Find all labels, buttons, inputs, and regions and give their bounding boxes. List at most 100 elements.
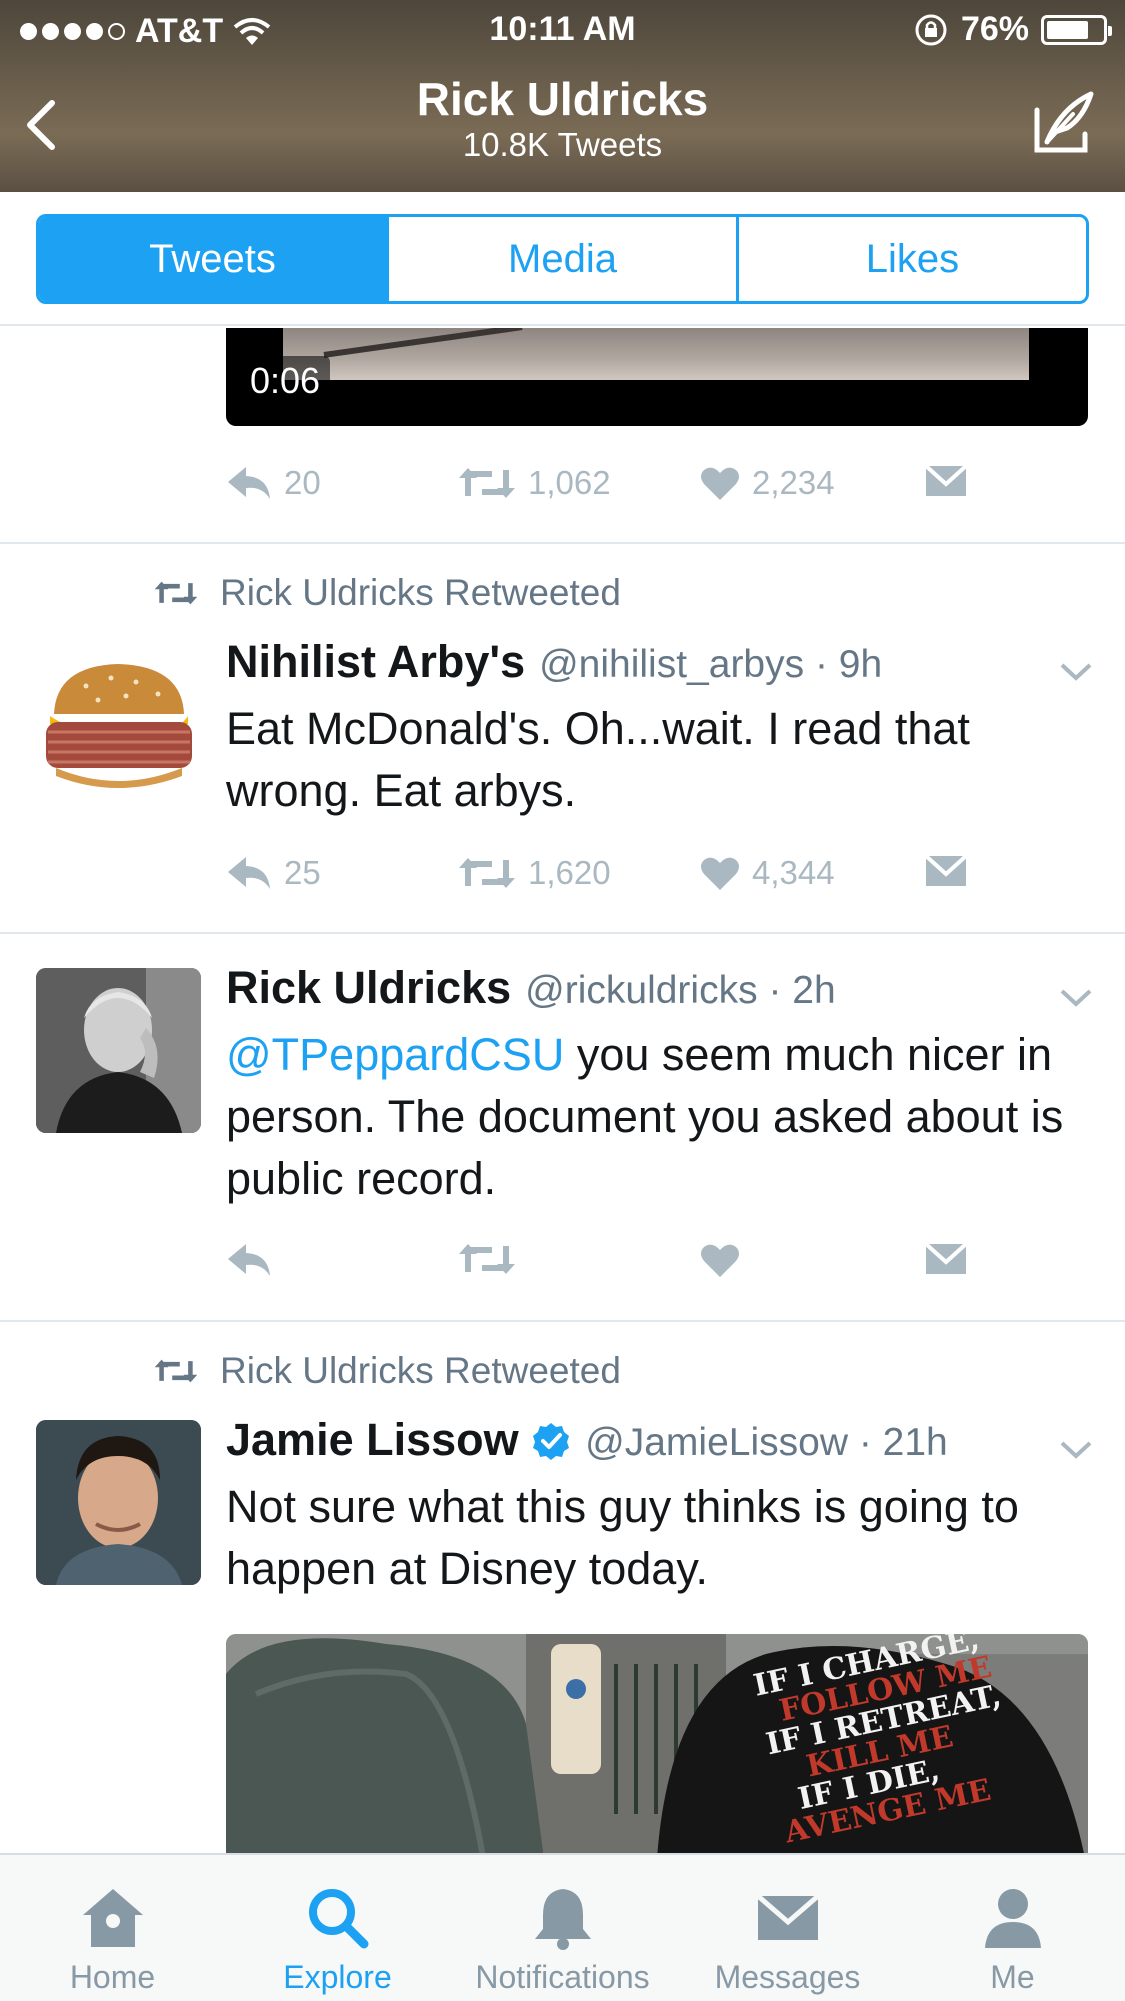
- tweet-photo[interactable]: IF I CHARGE, FOLLOW ME IF I RETREAT, KIL…: [226, 1634, 1088, 1853]
- like-button[interactable]: 4,344: [700, 854, 835, 892]
- chevron-down-icon[interactable]: [1058, 986, 1094, 1010]
- tweet-divider: [0, 542, 1125, 544]
- retweet-count: 1,062: [528, 464, 611, 501]
- tabbar-me[interactable]: Me: [900, 1855, 1125, 2001]
- person-icon: [984, 1889, 1041, 1948]
- tweet-header: Nihilist Arby's @nihilist_arbys · 9h: [226, 636, 882, 688]
- verified-badge-icon: [533, 1423, 570, 1460]
- tabbar-label: Explore: [283, 1959, 392, 1995]
- retweet-icon: [459, 858, 515, 888]
- mention-link[interactable]: @TPeppardCSU: [226, 1029, 564, 1080]
- retweeted-by-line: Rick Uldricks Retweeted: [154, 572, 621, 614]
- chevron-down-icon[interactable]: [1058, 660, 1094, 684]
- author-handle: @rickuldricks · 2h: [525, 969, 836, 1012]
- envelope-icon: [924, 1242, 968, 1274]
- like-count: 2,234: [752, 464, 835, 501]
- tweet-actions: 25 1,620 4,344: [226, 854, 986, 904]
- author-handle: @JamieLissow · 21h: [585, 1421, 948, 1464]
- reply-button[interactable]: [226, 1242, 272, 1278]
- profile-photo: [36, 968, 201, 1133]
- tweet-header: Rick Uldricks @rickuldricks · 2h: [226, 962, 836, 1014]
- retweet-count: 1,620: [528, 854, 611, 891]
- profile-photo: [36, 1420, 201, 1585]
- status-right: 76%: [913, 10, 1112, 49]
- direct-message-button[interactable]: [924, 1242, 968, 1276]
- retweeted-by-text: Rick Uldricks Retweeted: [220, 1350, 621, 1391]
- author-name[interactable]: Rick Uldricks: [226, 962, 511, 1014]
- tab-media[interactable]: Media: [389, 217, 739, 301]
- sandwich-image: [46, 664, 192, 788]
- heart-icon: [701, 857, 739, 890]
- envelope-icon: [924, 854, 968, 886]
- photo-image: IF I CHARGE, FOLLOW ME IF I RETREAT, KIL…: [226, 1634, 1088, 1853]
- envelope-icon: [755, 1894, 820, 1940]
- tweet-text: Eat McDonald's. Oh...wait. I read that w…: [226, 703, 970, 816]
- tweet-actions: [226, 1242, 986, 1292]
- avatar[interactable]: [36, 1420, 201, 1585]
- status-bar: AT&T 10:11 AM 76%: [0, 0, 1125, 60]
- retweet-small-icon: [154, 581, 198, 605]
- search-icon: [308, 1889, 368, 1949]
- retweeted-by-text: Rick Uldricks Retweeted: [220, 572, 621, 613]
- tabbar-messages[interactable]: Messages: [675, 1855, 900, 2001]
- tabbar-home[interactable]: Home: [0, 1855, 225, 2001]
- author-name[interactable]: Nihilist Arby's: [226, 636, 525, 688]
- tweet-count: 10.8K Tweets: [462, 126, 663, 163]
- retweeted-by-line: Rick Uldricks Retweeted: [154, 1350, 621, 1392]
- tweet-text: @TPeppardCSU you seem much nicer in pers…: [226, 1024, 1076, 1210]
- retweet-button[interactable]: [458, 1242, 516, 1276]
- heart-icon: [701, 1244, 739, 1277]
- tab-likes[interactable]: Likes: [739, 217, 1086, 301]
- tab-tweets[interactable]: Tweets: [39, 217, 389, 301]
- reply-count: 25: [284, 854, 321, 891]
- retweet-icon: [459, 468, 515, 498]
- tweet-video[interactable]: 0:06: [226, 328, 1088, 426]
- tabbar-label: Me: [990, 1959, 1035, 1995]
- profile-tabs: Tweets Media Likes: [36, 214, 1089, 304]
- tabbar-explore[interactable]: Explore: [225, 1855, 450, 2001]
- rotation-lock-icon: [915, 14, 947, 45]
- envelope-icon: [924, 464, 968, 496]
- direct-message-button[interactable]: [924, 464, 968, 498]
- retweet-small-icon: [154, 1359, 198, 1383]
- tweet-feed[interactable]: 0:06 20 1,062 2,234 Rick Uldricks Retwee…: [0, 328, 1125, 1853]
- reply-button[interactable]: 20: [226, 464, 321, 502]
- retweet-button[interactable]: 1,620: [458, 854, 611, 892]
- like-count: 4,344: [752, 854, 835, 891]
- reply-icon: [228, 467, 270, 499]
- tweet-divider: [0, 932, 1125, 934]
- reply-icon: [228, 857, 270, 889]
- profile-header: AT&T 10:11 AM 76% Rick Uldricks 10.8K Tw…: [0, 0, 1125, 192]
- author-handle: @nihilist_arbys · 9h: [539, 643, 883, 686]
- retweet-icon: [459, 1244, 515, 1274]
- tabbar-label: Home: [69, 1959, 156, 1995]
- reply-icon: [228, 1244, 270, 1276]
- tabbar-label: Notifications: [475, 1959, 650, 1995]
- direct-message-button[interactable]: [924, 854, 968, 888]
- like-button[interactable]: 2,234: [700, 464, 835, 502]
- avatar[interactable]: [36, 644, 201, 809]
- tweet-text: Not sure what this guy thinks is going t…: [226, 1481, 1019, 1594]
- video-duration: 0:06: [240, 356, 331, 406]
- battery-icon: [1041, 14, 1112, 45]
- tweet-actions: 20 1,062 2,234: [226, 464, 986, 514]
- profile-tabs-bar: Tweets Media Likes: [0, 192, 1125, 326]
- compose-tweet-button[interactable]: [1027, 88, 1099, 160]
- tabbar-notifications[interactable]: Notifications: [450, 1855, 675, 2001]
- bell-icon: [534, 1889, 591, 1950]
- avatar[interactable]: [36, 968, 201, 1133]
- battery-percent: 76%: [960, 10, 1029, 48]
- profile-name-title: Rick Uldricks: [416, 73, 709, 125]
- bottom-tab-bar: Home Explore Notifications Messages Me: [0, 1853, 1125, 2001]
- tweet-header: Jamie Lissow @JamieLissow · 21h: [226, 1414, 948, 1466]
- video-frame: [283, 328, 1029, 380]
- heart-icon: [701, 467, 739, 500]
- home-icon: [82, 1889, 143, 1947]
- retweet-button[interactable]: 1,062: [458, 464, 611, 502]
- author-name[interactable]: Jamie Lissow: [226, 1414, 571, 1466]
- tabbar-label: Messages: [714, 1959, 861, 1995]
- like-button[interactable]: [700, 1242, 740, 1278]
- reply-button[interactable]: 25: [226, 854, 321, 892]
- tweet-divider: [0, 1320, 1125, 1322]
- chevron-down-icon[interactable]: [1058, 1438, 1094, 1462]
